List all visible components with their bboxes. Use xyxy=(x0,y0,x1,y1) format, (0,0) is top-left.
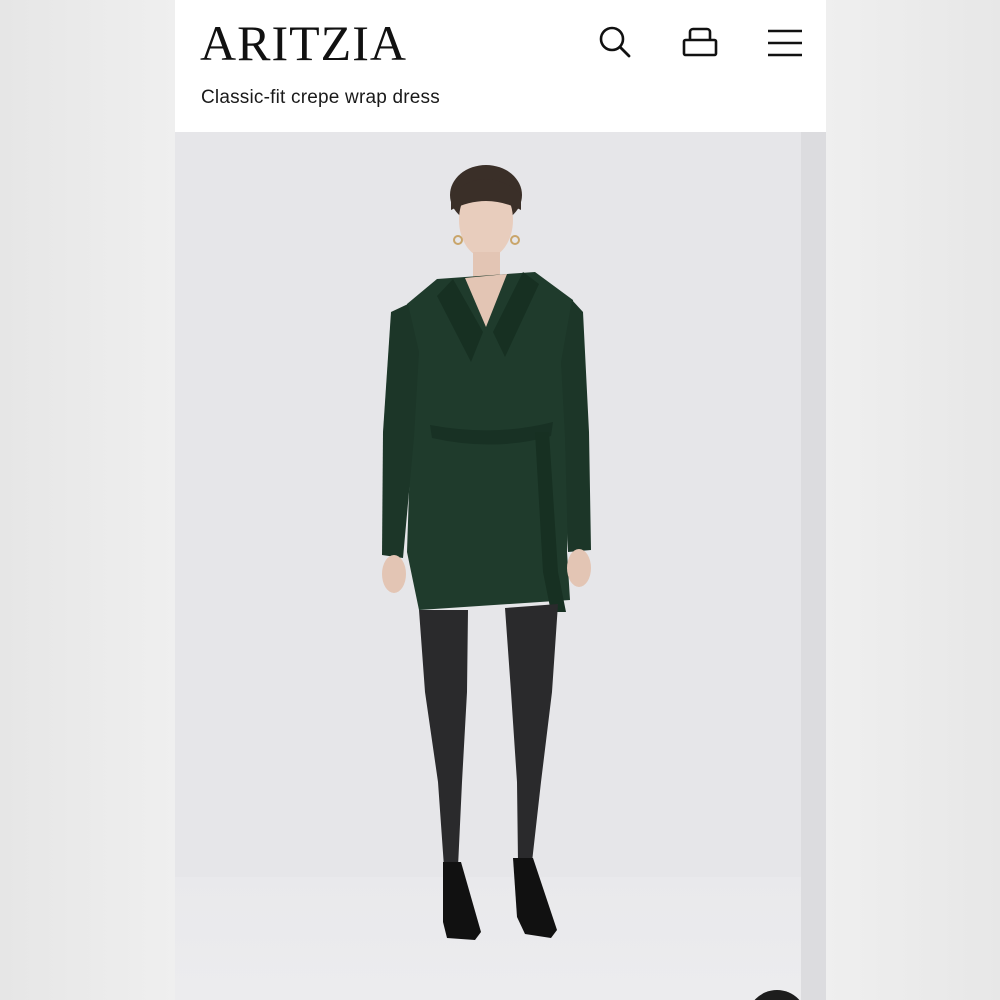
right-shoe xyxy=(513,858,557,938)
left-hand xyxy=(382,555,406,593)
site-header: ARITZIA Classic-fit crepe wrap dress xyxy=(175,0,826,132)
shopping-bag-icon[interactable] xyxy=(680,22,720,62)
earring-right xyxy=(510,235,520,245)
right-hand xyxy=(567,549,591,587)
left-leg xyxy=(419,610,468,867)
hamburger-menu-icon[interactable] xyxy=(765,22,805,62)
product-image[interactable] xyxy=(175,132,826,1000)
brand-logo[interactable]: ARITZIA xyxy=(200,18,407,68)
left-shoe xyxy=(443,862,481,940)
product-title: Classic-fit crepe wrap dress xyxy=(201,87,440,108)
search-icon[interactable] xyxy=(595,22,635,62)
model-illustration xyxy=(382,165,591,940)
phone-screen: ARITZIA Classic-fit crepe wrap dress xyxy=(175,0,826,1000)
earring-left xyxy=(453,235,463,245)
left-background-margin xyxy=(0,0,175,1000)
right-leg xyxy=(505,604,558,862)
right-background-margin xyxy=(826,0,1000,1000)
